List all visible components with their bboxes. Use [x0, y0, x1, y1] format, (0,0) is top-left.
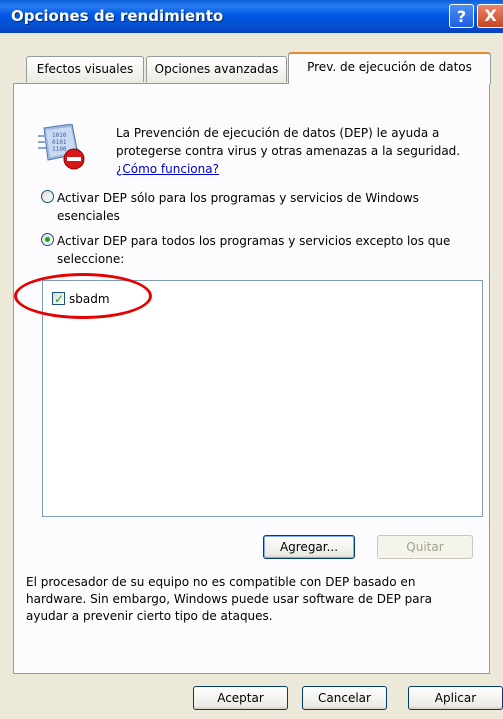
add-button[interactable]: Agregar... [263, 535, 355, 559]
tab-advanced-options[interactable]: Opciones avanzadas [146, 56, 287, 82]
exception-checkbox[interactable]: ✓ [52, 292, 65, 306]
svg-text:0101: 0101 [52, 139, 67, 146]
performance-options-dialog: Opciones de rendimiento ? X Efectos visu… [0, 0, 503, 719]
hardware-note: El procesador de su equipo no es compati… [26, 575, 432, 623]
remove-button: Quitar [377, 535, 473, 559]
window-title: Opciones de rendimiento [11, 7, 224, 25]
title-bar[interactable]: Opciones de rendimiento ? X [0, 0, 503, 33]
radio-button-selected[interactable] [41, 233, 54, 246]
svg-text:1010: 1010 [52, 132, 67, 139]
tab-visual-effects[interactable]: Efectos visuales [26, 56, 144, 82]
tab-dep[interactable]: Prev. de ejecución de datos [288, 52, 491, 84]
help-icon: ? [456, 7, 467, 26]
dep-intro-text: La Prevención de ejecución de datos (DEP… [116, 126, 461, 158]
checkmark-icon: ✓ [54, 292, 65, 306]
ok-button[interactable]: Aceptar [193, 686, 288, 710]
radio-essential-only[interactable]: Activar DEP sólo para los programas y se… [41, 189, 481, 227]
dep-description: La Prevención de ejecución de datos (DEP… [116, 124, 476, 178]
tab-bar: Efectos visuales Opciones avanzadas Prev… [0, 52, 503, 84]
close-icon: X [484, 6, 497, 25]
exception-label: sbadm [69, 292, 110, 306]
radio-label: Activar DEP para todos los programas y s… [57, 234, 451, 266]
svg-text:1100: 1100 [52, 146, 67, 153]
cancel-button[interactable]: Cancelar [302, 686, 387, 710]
close-button[interactable]: X [477, 4, 503, 28]
apply-button[interactable]: Aplicar [408, 686, 503, 710]
radio-button[interactable] [41, 190, 54, 203]
how-it-works-link[interactable]: ¿Cómo funciona? [116, 162, 219, 176]
radio-all-except-selected[interactable]: Activar DEP para todos los programas y s… [41, 232, 481, 270]
exceptions-list[interactable]: ✓ sbadm [42, 280, 483, 517]
radio-dot [45, 237, 50, 242]
dep-shield-icon: 1010 0101 1100 [38, 124, 85, 170]
help-button[interactable]: ? [449, 4, 474, 28]
radio-label: Activar DEP sólo para los programas y se… [57, 191, 419, 223]
